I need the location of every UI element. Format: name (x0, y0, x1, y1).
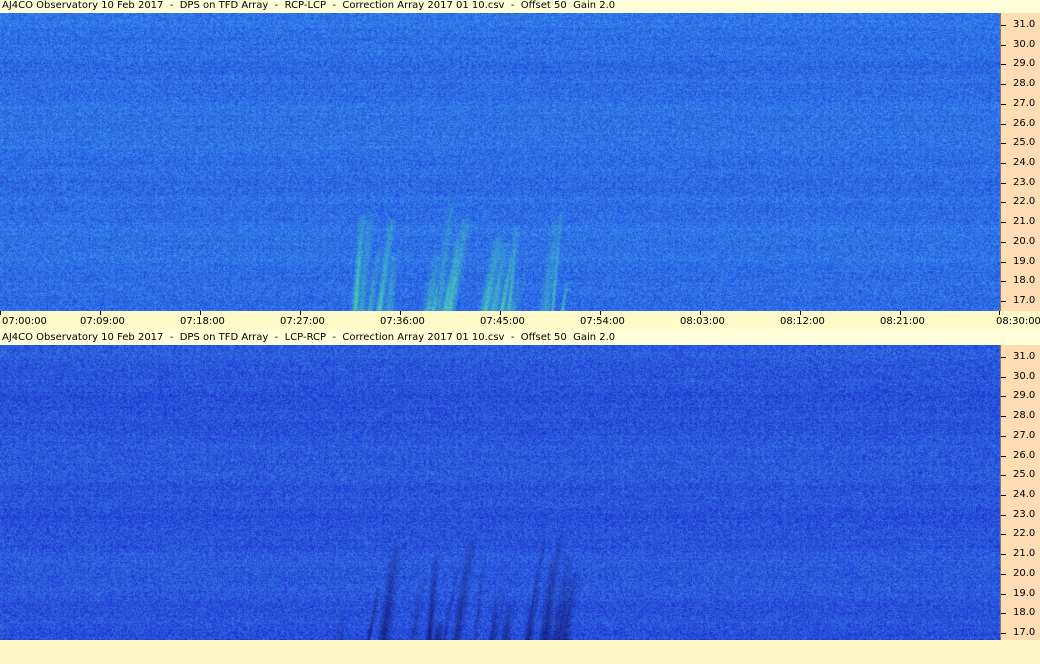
x-tick-label: 07:00:00 (2, 316, 47, 327)
y-tick-label: 18.0 (1013, 275, 1036, 286)
y-tick-label: 21.0 (1013, 548, 1036, 559)
y-tick-label: 30.0 (1013, 371, 1036, 382)
y-tick-label: 24.0 (1013, 489, 1036, 500)
y-tick-label: 20.0 (1013, 236, 1036, 247)
y-tick-label: 28.0 (1013, 78, 1036, 89)
y-tick (1001, 281, 1006, 282)
x-tick (999, 311, 1000, 315)
panel-2-frequency-axis: 31.0 30.0 29.0 28.0 27.0 26.0 25.0 24.0 23.0 22.0… (1000, 345, 1040, 640)
y-tick (1001, 202, 1006, 203)
y-tick (1001, 64, 1006, 65)
y-tick-label: 18.0 (1013, 607, 1036, 618)
y-tick (1001, 554, 1006, 555)
y-tick-label: 22.0 (1013, 528, 1036, 539)
y-tick-label: 31.0 (1013, 351, 1036, 362)
y-tick (1001, 594, 1006, 595)
y-tick (1001, 163, 1006, 164)
y-tick (1001, 104, 1006, 105)
y-tick-label: 21.0 (1013, 216, 1036, 227)
panel-2-time-axis-strip (0, 640, 1040, 664)
x-tick (700, 311, 701, 315)
y-tick (1001, 495, 1006, 496)
y-tick-label: 25.0 (1013, 137, 1036, 148)
y-tick (1001, 301, 1006, 302)
y-tick-label: 26.0 (1013, 450, 1036, 461)
y-tick (1001, 377, 1006, 378)
y-tick (1001, 456, 1006, 457)
y-tick-label: 23.0 (1013, 177, 1036, 188)
y-tick-label: 17.0 (1013, 295, 1036, 306)
x-tick (100, 311, 101, 315)
x-tick (400, 311, 401, 315)
panel-1-title: AJ4CO Observatory 10 Feb 2017 - DPS on T… (2, 0, 616, 11)
y-tick (1001, 396, 1006, 397)
y-tick-label: 24.0 (1013, 157, 1036, 168)
x-tick (200, 311, 201, 315)
x-tick-label: 08:30:00 (996, 316, 1040, 327)
y-tick (1001, 25, 1006, 26)
x-tick (900, 311, 901, 315)
x-tick (300, 311, 301, 315)
y-tick (1001, 84, 1006, 85)
x-tick (800, 311, 801, 315)
panel-1-frequency-axis: 31.0 30.0 29.0 28.0 27.0 26.0 25.0 24.0 23.0 22.0… (1000, 13, 1040, 311)
y-tick-label: 30.0 (1013, 39, 1036, 50)
y-tick (1001, 357, 1006, 358)
y-tick (1001, 143, 1006, 144)
y-tick (1001, 222, 1006, 223)
y-tick-label: 29.0 (1013, 390, 1036, 401)
y-tick-label: 31.0 (1013, 19, 1036, 30)
y-tick-label: 20.0 (1013, 568, 1036, 579)
y-tick (1001, 475, 1006, 476)
panel-1-heatmap-canvas (0, 13, 1000, 311)
y-tick (1001, 534, 1006, 535)
x-tick-label: 07:27:00 (280, 316, 325, 327)
panel-2-heatmap-canvas (0, 345, 1000, 643)
panel-1-spectrogram (0, 13, 1000, 311)
y-tick-label: 22.0 (1013, 196, 1036, 207)
y-tick-label: 19.0 (1013, 256, 1036, 267)
time-axis: 07:00:00 07:09:00 07:18:00 07:27:00 07:36:00… (0, 311, 1040, 329)
y-tick (1001, 262, 1006, 263)
x-tick (0, 311, 1, 315)
y-tick (1001, 242, 1006, 243)
y-tick (1001, 124, 1006, 125)
y-tick (1001, 183, 1006, 184)
y-tick (1001, 515, 1006, 516)
x-tick-label: 08:12:00 (780, 316, 825, 327)
y-tick (1001, 45, 1006, 46)
y-tick-label: 19.0 (1013, 588, 1036, 599)
x-tick-label: 07:45:00 (480, 316, 525, 327)
x-tick-label: 07:09:00 (80, 316, 125, 327)
x-tick (600, 311, 601, 315)
y-tick-label: 27.0 (1013, 98, 1036, 109)
x-tick-label: 07:36:00 (380, 316, 425, 327)
y-tick-label: 17.0 (1013, 627, 1036, 638)
panel-2-title: AJ4CO Observatory 10 Feb 2017 - DPS on T… (2, 332, 616, 343)
y-tick (1001, 574, 1006, 575)
x-tick (500, 311, 501, 315)
y-tick-label: 27.0 (1013, 430, 1036, 441)
panel-2-spectrogram (0, 345, 1000, 643)
y-tick-label: 29.0 (1013, 58, 1036, 69)
y-tick-label: 26.0 (1013, 118, 1036, 129)
y-tick (1001, 436, 1006, 437)
x-tick-label: 07:54:00 (580, 316, 625, 327)
y-tick-label: 28.0 (1013, 410, 1036, 421)
y-tick (1001, 613, 1006, 614)
y-tick (1001, 633, 1006, 634)
y-tick-label: 25.0 (1013, 469, 1036, 480)
y-tick (1001, 416, 1006, 417)
y-tick-label: 23.0 (1013, 509, 1036, 520)
x-tick-label: 08:21:00 (880, 316, 925, 327)
x-tick-label: 08:03:00 (680, 316, 725, 327)
x-tick-label: 07:18:00 (180, 316, 225, 327)
